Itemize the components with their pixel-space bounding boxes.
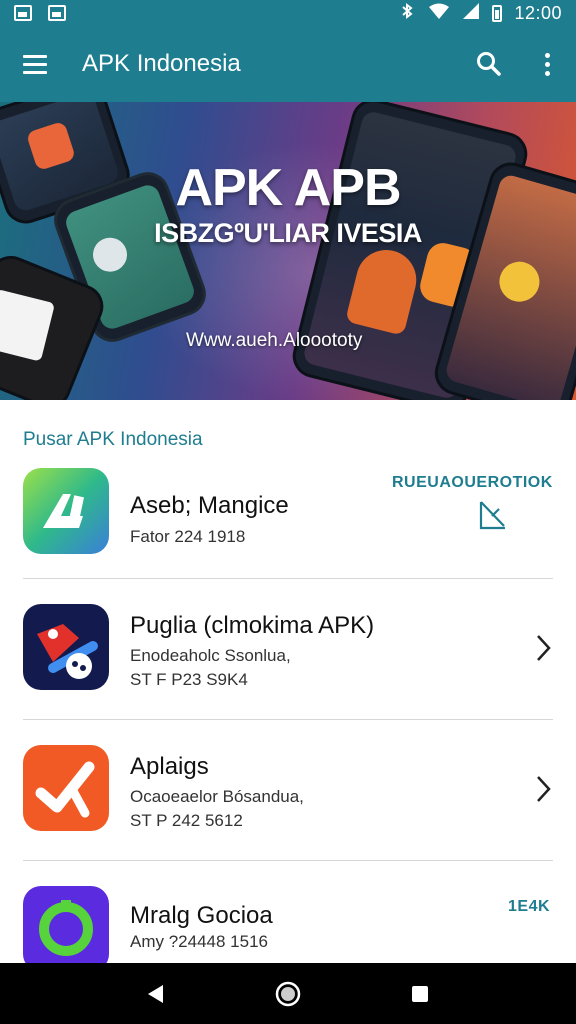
divider	[23, 578, 553, 579]
list-item[interactable]: Puglia (clmokima APK) Enodeaholc Ssonlua…	[0, 592, 576, 732]
app-name: Puglia (clmokima APK)	[130, 612, 375, 639]
home-icon[interactable]	[258, 964, 318, 1024]
app-icon	[23, 745, 109, 831]
battery-icon	[492, 4, 503, 22]
banner-url[interactable]: Www.aueh.Alooototy	[186, 330, 362, 352]
app-meta: ST F P23 S9K4	[130, 670, 248, 689]
side-label: RUEUAOUEROTIOK	[392, 474, 553, 491]
app-bar: APK Indonesia	[0, 26, 576, 102]
section-title: Pusar APK Indonesia	[23, 429, 203, 450]
app-name: Aplaigs	[130, 753, 209, 780]
banner-title: APK APB	[175, 159, 401, 217]
app-name: Aseb; Mangice	[130, 492, 289, 519]
list-item[interactable]: Mralg Gocioa Amy ?24448 1516 1E4K	[0, 874, 576, 972]
app-title: APK Indonesia	[82, 50, 241, 77]
chevron-right-icon[interactable]	[532, 632, 554, 664]
app-meta: ST P 242 5612	[130, 811, 243, 830]
hero-banner[interactable]: APK APB ISBZGºU'LIAR IVESIA Www.aueh.Alo…	[0, 102, 576, 400]
app-icon	[23, 886, 109, 972]
gallery-icon	[48, 5, 66, 21]
side-label: 1E4K	[508, 898, 551, 915]
app-description: Ocaoeaelor Bósandua,	[130, 787, 304, 806]
menu-icon[interactable]	[0, 26, 70, 102]
back-icon[interactable]	[126, 964, 186, 1024]
image-icon	[14, 5, 32, 21]
status-bar: 12:00	[0, 0, 576, 26]
more-options-icon[interactable]	[518, 26, 576, 102]
share-icon[interactable]	[476, 498, 510, 532]
list-item[interactable]: Aseb; Mangice Fator 224 1918 RUEUAOUEROT…	[0, 462, 576, 580]
bluetooth-icon	[398, 2, 416, 24]
divider	[23, 860, 553, 861]
app-icon	[23, 468, 109, 554]
recents-icon[interactable]	[390, 964, 450, 1024]
app-icon	[23, 604, 109, 690]
search-icon[interactable]	[460, 26, 518, 102]
wifi-icon	[428, 2, 450, 25]
app-meta: Fator 224 1918	[130, 527, 246, 546]
app-meta: Amy ?24448 1516	[130, 932, 268, 951]
app-name: Mralg Gocioa	[130, 902, 273, 929]
status-time: 12:00	[514, 2, 562, 23]
signal-icon	[462, 2, 480, 25]
navigation-bar	[0, 963, 576, 1024]
list-item[interactable]: Aplaigs Ocaoeaelor Bósandua, ST P 242 56…	[0, 733, 576, 873]
banner-subtitle: ISBZGºU'LIAR IVESIA	[154, 218, 422, 248]
chevron-right-icon[interactable]	[532, 773, 554, 805]
app-description: Enodeaholc Ssonlua,	[130, 646, 291, 665]
divider	[23, 719, 553, 720]
